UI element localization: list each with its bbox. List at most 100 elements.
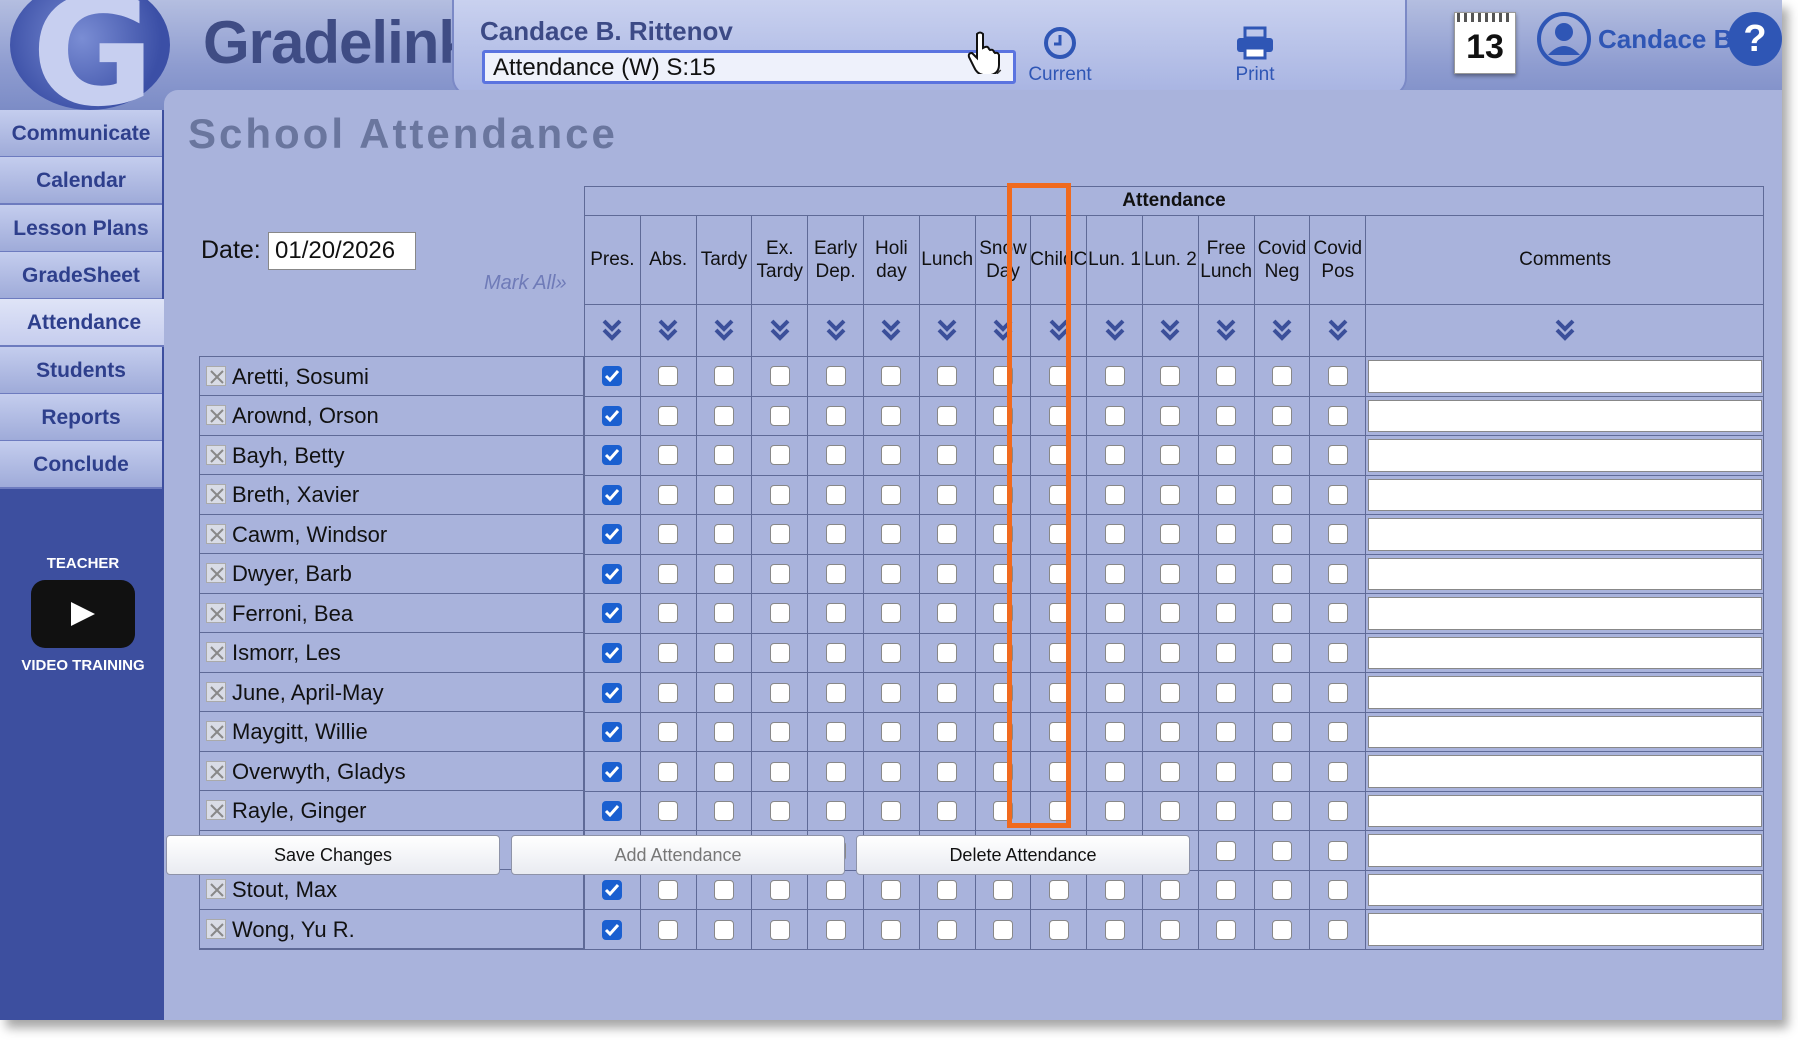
- checkbox[interactable]: [1327, 801, 1348, 822]
- checkbox-checked[interactable]: [602, 445, 623, 466]
- checkbox[interactable]: [937, 445, 958, 466]
- checkbox[interactable]: [992, 880, 1013, 901]
- mark-column-button[interactable]: [639, 305, 696, 357]
- comment-input[interactable]: [1368, 478, 1762, 512]
- delete-attendance-button[interactable]: Delete Attendance: [856, 835, 1190, 875]
- checkbox[interactable]: [1160, 603, 1181, 624]
- checkbox[interactable]: [1216, 919, 1237, 940]
- checkbox[interactable]: [881, 366, 902, 387]
- checkbox[interactable]: [1216, 840, 1237, 861]
- comment-input[interactable]: [1368, 794, 1762, 828]
- checkbox[interactable]: [937, 603, 958, 624]
- comment-input[interactable]: [1368, 873, 1762, 907]
- checkbox[interactable]: [658, 761, 679, 782]
- checkbox[interactable]: [825, 366, 846, 387]
- checkbox[interactable]: [658, 563, 679, 584]
- checkbox[interactable]: [1271, 761, 1292, 782]
- checkbox[interactable]: [825, 919, 846, 940]
- x-icon[interactable]: [206, 484, 226, 505]
- checkbox[interactable]: [1216, 880, 1237, 901]
- comment-input[interactable]: [1368, 715, 1762, 749]
- x-icon[interactable]: [206, 721, 226, 742]
- checkbox[interactable]: [881, 801, 902, 822]
- checkbox[interactable]: [937, 722, 958, 743]
- mark-column-button[interactable]: [1086, 305, 1142, 357]
- comment-input[interactable]: [1368, 399, 1762, 433]
- checkbox[interactable]: [937, 801, 958, 822]
- checkbox[interactable]: [658, 642, 679, 663]
- x-icon[interactable]: [206, 918, 226, 939]
- checkbox[interactable]: [713, 366, 734, 387]
- checkbox[interactable]: [825, 603, 846, 624]
- mark-column-button[interactable]: [863, 305, 919, 357]
- checkbox[interactable]: [713, 880, 734, 901]
- checkbox[interactable]: [1271, 524, 1292, 545]
- comment-input[interactable]: [1368, 597, 1762, 630]
- checkbox-checked[interactable]: [602, 801, 623, 822]
- checkbox[interactable]: [658, 445, 679, 466]
- checkbox[interactable]: [1104, 603, 1125, 624]
- current-button[interactable]: Current: [1020, 26, 1100, 86]
- help-icon[interactable]: ?: [1728, 12, 1782, 66]
- date-input[interactable]: [268, 232, 416, 270]
- checkbox[interactable]: [1327, 761, 1348, 782]
- checkbox[interactable]: [881, 445, 902, 466]
- checkbox[interactable]: [769, 682, 790, 703]
- mark-column-button[interactable]: [1309, 305, 1366, 357]
- checkbox[interactable]: [1160, 880, 1181, 901]
- checkbox[interactable]: [825, 642, 846, 663]
- checkbox[interactable]: [713, 603, 734, 624]
- checkbox[interactable]: [658, 722, 679, 743]
- x-icon[interactable]: [206, 760, 226, 781]
- comment-input[interactable]: [1368, 518, 1762, 551]
- sidebar-item-students[interactable]: Students: [0, 346, 162, 395]
- checkbox[interactable]: [713, 524, 734, 545]
- checkbox[interactable]: [1271, 603, 1292, 624]
- checkbox[interactable]: [713, 801, 734, 822]
- checkbox[interactable]: [1271, 445, 1292, 466]
- checkbox[interactable]: [1160, 405, 1181, 426]
- checkbox[interactable]: [713, 919, 734, 940]
- checkbox[interactable]: [1327, 484, 1348, 505]
- checkbox[interactable]: [658, 801, 679, 822]
- add-attendance-button[interactable]: Add Attendance: [511, 835, 845, 875]
- comment-input[interactable]: [1368, 834, 1762, 867]
- checkbox[interactable]: [825, 761, 846, 782]
- checkbox[interactable]: [1271, 722, 1292, 743]
- checkbox[interactable]: [1048, 880, 1069, 901]
- checkbox[interactable]: [1327, 682, 1348, 703]
- checkbox[interactable]: [825, 484, 846, 505]
- checkbox[interactable]: [1216, 563, 1237, 584]
- checkbox[interactable]: [1160, 484, 1181, 505]
- checkbox[interactable]: [1216, 366, 1237, 387]
- x-icon[interactable]: [206, 563, 226, 584]
- checkbox[interactable]: [1104, 919, 1125, 940]
- checkbox[interactable]: [1327, 563, 1348, 584]
- checkbox[interactable]: [1160, 445, 1181, 466]
- checkbox[interactable]: [1104, 801, 1125, 822]
- checkbox[interactable]: [1160, 722, 1181, 743]
- checkbox[interactable]: [713, 484, 734, 505]
- checkbox[interactable]: [881, 563, 902, 584]
- checkbox[interactable]: [1327, 524, 1348, 545]
- checkbox-checked[interactable]: [602, 761, 623, 782]
- sidebar-item-calendar[interactable]: Calendar: [0, 157, 162, 206]
- checkbox[interactable]: [1327, 405, 1348, 426]
- checkbox[interactable]: [713, 642, 734, 663]
- calendar-icon[interactable]: 13: [1454, 12, 1516, 74]
- comment-input[interactable]: [1368, 439, 1762, 472]
- checkbox-checked[interactable]: [602, 919, 623, 940]
- user-avatar-icon[interactable]: [1537, 12, 1591, 66]
- checkbox[interactable]: [658, 524, 679, 545]
- save-changes-button[interactable]: Save Changes: [166, 835, 500, 875]
- checkbox[interactable]: [881, 642, 902, 663]
- checkbox[interactable]: [1327, 722, 1348, 743]
- x-icon[interactable]: [206, 523, 226, 544]
- checkbox-checked[interactable]: [602, 484, 623, 505]
- checkbox[interactable]: [713, 445, 734, 466]
- checkbox[interactable]: [769, 919, 790, 940]
- checkbox[interactable]: [1160, 366, 1181, 387]
- checkbox[interactable]: [1216, 761, 1237, 782]
- checkbox[interactable]: [1271, 840, 1292, 861]
- checkbox[interactable]: [769, 801, 790, 822]
